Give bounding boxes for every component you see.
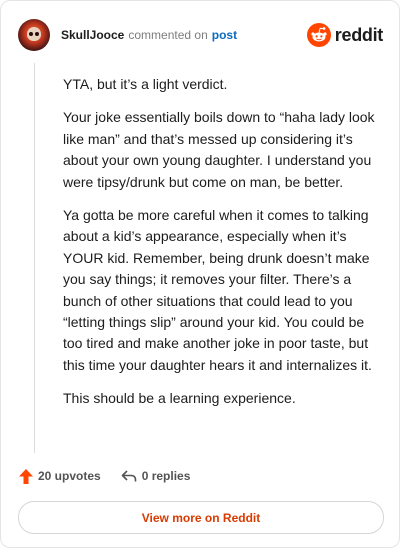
upvote-arrow-icon bbox=[19, 468, 33, 484]
comment-paragraph: Ya gotta be more careful when it comes t… bbox=[63, 207, 372, 373]
username-link[interactable]: SkullJooce bbox=[61, 28, 124, 42]
reply-arrow-icon bbox=[121, 470, 137, 482]
comment-paragraph: This should be a learning experience. bbox=[63, 390, 296, 407]
post-link[interactable]: post bbox=[212, 28, 237, 42]
replies-button[interactable]: 0 replies bbox=[121, 469, 191, 483]
comment-header: SkullJooce commented on post reddit bbox=[18, 18, 383, 52]
embedded-comment-card: SkullJooce commented on post reddit YTA,… bbox=[0, 0, 400, 548]
byline: SkullJooce commented on post bbox=[61, 28, 237, 42]
reddit-snoo-icon bbox=[306, 23, 331, 47]
comment-paragraph: Your joke essentially boils down to “hah… bbox=[63, 109, 375, 190]
user-avatar[interactable] bbox=[18, 19, 50, 51]
comment-footer: 20 upvotes 0 replies bbox=[19, 464, 210, 488]
view-more-button[interactable]: View more on Reddit bbox=[18, 501, 384, 534]
comment-action-text: commented on bbox=[128, 28, 208, 42]
comment-paragraph: YTA, but it’s a light verdict. bbox=[63, 76, 228, 92]
upvote-count: 20 upvotes bbox=[38, 469, 101, 483]
upvote-button[interactable]: 20 upvotes bbox=[19, 468, 101, 484]
comment-body: YTA, but it’s a light verdict. Your joke… bbox=[63, 74, 381, 422]
reddit-wordmark: reddit bbox=[334, 24, 384, 45]
reddit-brand-link[interactable]: reddit bbox=[306, 23, 384, 47]
reply-count: 0 replies bbox=[141, 469, 191, 483]
thread-line bbox=[34, 63, 35, 453]
